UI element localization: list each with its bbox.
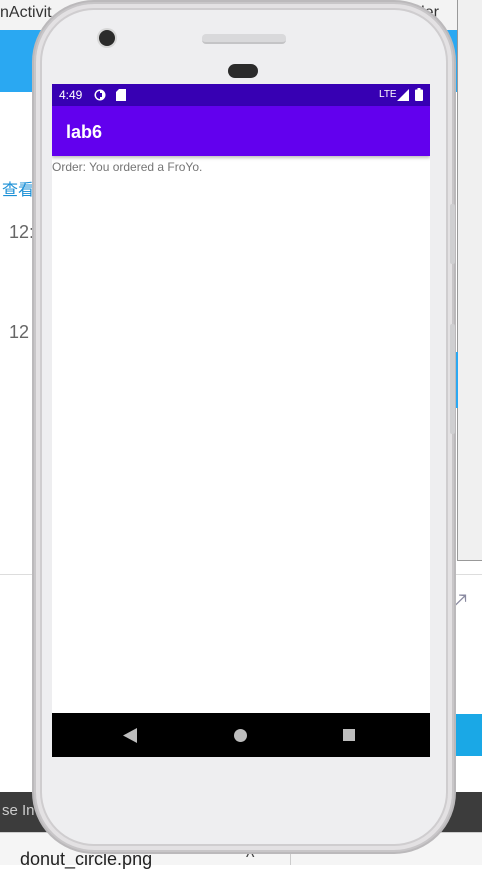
signal-icon (397, 89, 409, 104)
front-camera-icon (99, 30, 115, 46)
timestamp: 12 (9, 322, 30, 342)
android-status-bar: 4:49 LTE (52, 84, 430, 106)
battery-icon (415, 88, 423, 104)
app-bar: lab6 (52, 106, 430, 156)
timestamp: 12: (9, 222, 35, 242)
ide-title-left: nActivit (0, 4, 52, 21)
view-link[interactable]: 查看 (2, 176, 34, 200)
app-notification-icon (94, 89, 106, 104)
earpiece-speaker (202, 34, 286, 44)
device-screen[interactable]: 4:49 LTE lab6 Order: You ordered a FroYo… (52, 84, 430, 757)
ide-status-text: se In (2, 802, 35, 819)
status-time: 4:49 (59, 88, 83, 102)
back-icon[interactable] (123, 728, 137, 748)
sd-card-icon (116, 89, 126, 104)
ide-side-panel (457, 0, 482, 561)
android-nav-bar (52, 713, 430, 757)
proximity-sensor (228, 64, 258, 78)
home-icon[interactable] (234, 729, 247, 742)
volume-button[interactable] (450, 204, 455, 264)
order-message: Order: You ordered a FroYo. (52, 160, 203, 174)
power-button[interactable] (450, 324, 455, 434)
recents-icon[interactable] (343, 729, 355, 741)
download-file-name[interactable]: donut_circle.png (20, 849, 152, 870)
network-type: LTE (379, 89, 397, 100)
app-title: lab6 (66, 122, 103, 142)
